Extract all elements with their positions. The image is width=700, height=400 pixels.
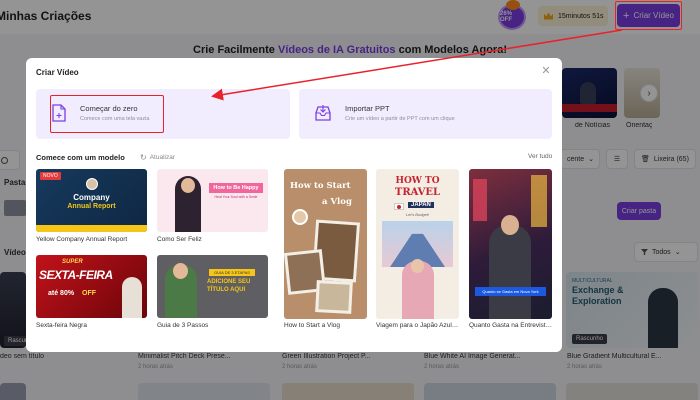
template-line: How to Be Happy xyxy=(209,183,263,193)
template-card-3-step-guide[interactable]: GUIA DE 3 ETAPAS ADICIONE SEU TÍTULO AQU… xyxy=(157,255,268,318)
template-line: até 80% xyxy=(48,290,75,297)
presenter-face xyxy=(411,259,424,273)
refresh-label: Atualizar xyxy=(149,154,175,161)
template-line: a Vlog xyxy=(322,197,352,207)
template-tag: SUPER xyxy=(62,259,83,265)
template-card-annual-report[interactable]: NOVO Company Annual Report xyxy=(36,169,147,232)
template-line: SEXTA-FEIRA xyxy=(39,268,113,282)
neon-sign xyxy=(531,175,547,227)
japan-flag-icon xyxy=(394,203,404,210)
template-caption: Viagem para o Japão Azul e... xyxy=(376,322,460,329)
start-from-scratch-option[interactable]: Começar do zero Comece com uma tela vazi… xyxy=(36,89,290,139)
option-title: Importar PPT xyxy=(345,104,390,113)
template-line: OFF xyxy=(82,290,96,297)
template-caption: Como Ser Feliz xyxy=(157,236,202,243)
avatar xyxy=(292,209,308,225)
template-line: TRAVEL xyxy=(394,187,441,198)
close-icon[interactable]: ✕ xyxy=(540,65,552,77)
presenter-face xyxy=(501,215,519,235)
option-title: Começar do zero xyxy=(80,104,138,113)
template-line: GUIA DE 3 ETAPAS xyxy=(209,269,255,276)
template-line: Heal Your Soul with a Smile xyxy=(214,195,258,199)
import-ppt-option[interactable]: Importar PPT Crie um vídeo a partir de P… xyxy=(299,89,552,139)
refresh-icon: ↻ xyxy=(140,153,147,162)
template-line: Company xyxy=(73,193,110,202)
option-subtitle: Crie um vídeo a partir de PPT com um cli… xyxy=(345,116,455,122)
template-caption: How to Start a Vlog xyxy=(284,322,340,329)
template-line: Annual Report xyxy=(67,203,116,210)
presenter-figure xyxy=(489,225,531,319)
see-all-link[interactable]: Ver tudo xyxy=(528,153,552,160)
blank-page-icon xyxy=(52,104,66,122)
presenter-face xyxy=(173,263,188,279)
avatar xyxy=(86,178,98,190)
option-subtitle: Comece com uma tela vazia xyxy=(80,116,150,122)
neon-sign xyxy=(473,179,487,221)
create-video-modal: Criar Vídeo ✕ Começar do zero Comece com… xyxy=(26,58,562,352)
template-caption: Quanto Gasta na Entrevista... xyxy=(469,322,553,329)
template-line: TÍTULO AQUI xyxy=(207,287,246,293)
template-line: How to Start xyxy=(290,181,351,191)
template-line: ADICIONE SEU xyxy=(207,279,251,285)
presenter-figure xyxy=(122,277,142,318)
template-line: HOW TO xyxy=(395,176,440,186)
new-badge: NOVO xyxy=(40,172,61,180)
templates-heading: Comece com um modelo xyxy=(36,153,125,162)
photo-collage xyxy=(315,280,353,314)
template-line: JAPAN xyxy=(408,202,434,208)
presenter-face xyxy=(181,178,195,193)
template-card-nyc-interview[interactable]: Quanto se Gasta em Nova York xyxy=(469,169,552,319)
refresh-button[interactable]: ↻ Atualizar xyxy=(140,153,175,162)
template-line: Quanto se Gasta em Nova York xyxy=(475,287,546,296)
template-card-black-friday[interactable]: SUPER SEXTA-FEIRA até 80% OFF xyxy=(36,255,147,318)
template-caption: Guia de 3 Passos xyxy=(157,322,209,329)
template-caption: Yellow Company Annual Report xyxy=(36,236,128,243)
template-card-be-happy[interactable]: How to Be Happy Heal Your Soul with a Sm… xyxy=(157,169,268,232)
accent-bar xyxy=(36,225,147,232)
template-card-vlog[interactable]: How to Start a Vlog xyxy=(284,169,367,319)
template-caption: Sexta-feira Negra xyxy=(36,322,87,329)
template-card-japan-travel[interactable]: HOW TO TRAVEL JAPAN Let's Budget! xyxy=(376,169,459,319)
import-tray-icon xyxy=(315,105,331,121)
template-line: Let's Budget! xyxy=(405,212,430,217)
modal-title: Criar Vídeo xyxy=(36,68,79,77)
